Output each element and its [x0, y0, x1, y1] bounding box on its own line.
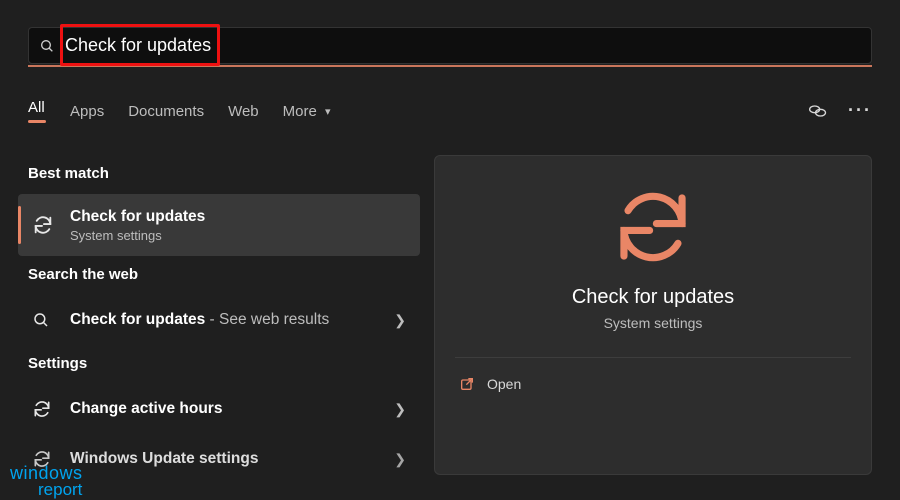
tab-documents[interactable]: Documents	[128, 103, 204, 126]
more-options-icon[interactable]: ···	[848, 100, 872, 121]
result-best-match[interactable]: Check for updates System settings	[18, 194, 420, 256]
search-icon	[39, 38, 55, 54]
section-best-match: Best match	[28, 165, 420, 182]
search-underline	[28, 65, 872, 67]
detail-subtitle: System settings	[435, 315, 871, 331]
result-web[interactable]: Check for updates - See web results ❯	[18, 295, 420, 345]
refresh-icon	[32, 214, 54, 236]
open-action[interactable]: Open	[459, 376, 847, 392]
tab-more-label: More	[283, 103, 317, 120]
search-icon	[32, 311, 54, 329]
tab-web[interactable]: Web	[228, 103, 259, 126]
result-title: Check for updates - See web results	[70, 311, 394, 329]
refresh-hero-icon	[435, 186, 871, 268]
open-label: Open	[487, 376, 521, 392]
section-settings: Settings	[28, 355, 420, 372]
chevron-down-icon: ▾	[325, 106, 331, 118]
result-change-active-hours[interactable]: Change active hours ❯	[18, 384, 420, 434]
refresh-icon	[32, 399, 54, 419]
detail-card: Check for updates System settings Open	[434, 155, 872, 475]
tab-all[interactable]: All	[28, 99, 46, 129]
watermark: windows report	[10, 465, 83, 498]
search-bar[interactable]	[28, 27, 872, 64]
result-title: Check for updates	[70, 208, 406, 226]
section-search-web: Search the web	[28, 266, 420, 283]
search-input[interactable]	[65, 35, 861, 56]
detail-title: Check for updates	[435, 286, 871, 309]
tab-more[interactable]: More ▾	[283, 103, 331, 126]
chevron-right-icon: ❯	[394, 312, 406, 329]
watermark-line2: report	[38, 482, 83, 498]
result-title: Change active hours	[70, 400, 394, 418]
result-title: Windows Update settings	[70, 450, 394, 468]
chat-icon[interactable]	[808, 101, 828, 121]
chevron-right-icon: ❯	[394, 451, 406, 468]
result-subtitle: System settings	[70, 228, 406, 243]
tab-apps[interactable]: Apps	[70, 103, 104, 126]
filter-tabs: All Apps Documents Web More ▾	[28, 99, 331, 129]
open-external-icon	[459, 376, 475, 392]
chevron-right-icon: ❯	[394, 401, 406, 418]
